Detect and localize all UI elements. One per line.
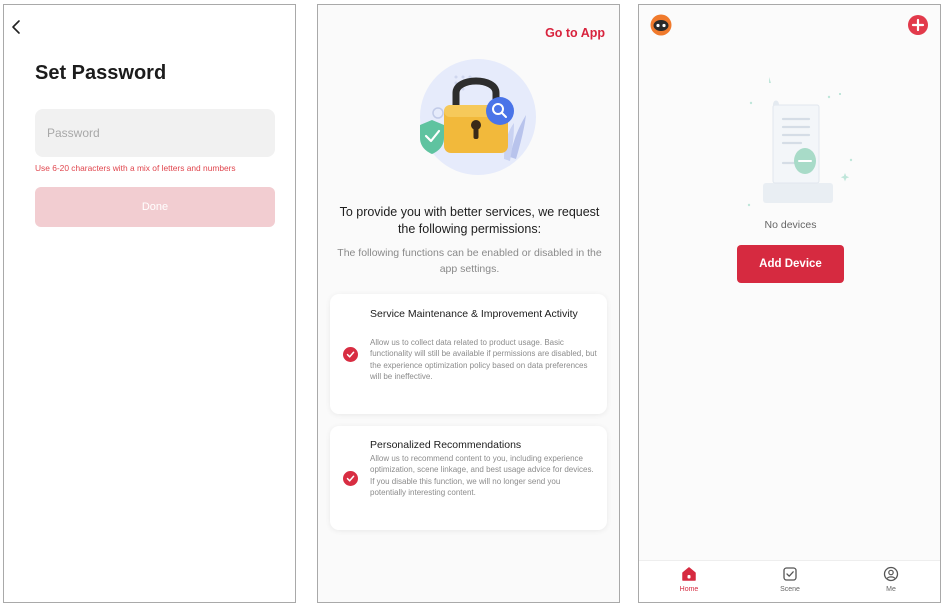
check-icon	[346, 475, 355, 482]
home-icon	[682, 567, 696, 581]
check-icon	[346, 351, 355, 358]
profile-icon	[883, 566, 899, 582]
done-button[interactable]: Done	[35, 187, 275, 227]
tab-home[interactable]: Home	[659, 565, 719, 593]
permission-card-recommendations[interactable]: Personalized Recommendations Allow us to…	[330, 426, 607, 530]
set-password-screen: Set Password Use 6-20 characters with a …	[3, 4, 296, 603]
password-hint: Use 6-20 characters with a mix of letter…	[35, 163, 236, 173]
permissions-heading: To provide you with better services, we …	[339, 205, 600, 236]
checkbox-checked[interactable]	[343, 471, 358, 486]
permissions-screen: Go to App To provide you with better ser…	[317, 4, 620, 603]
empty-state-text: No devices	[764, 219, 817, 231]
tab-scene[interactable]: Scene	[760, 565, 820, 593]
lock-illustration	[420, 59, 536, 175]
add-device-button[interactable]: Add Device	[737, 245, 844, 283]
permissions-subheading: The following functions can be enabled o…	[337, 247, 602, 275]
robot-avatar-icon[interactable]	[650, 14, 672, 36]
plus-icon	[911, 18, 925, 32]
page-title: Set Password	[35, 62, 167, 84]
tab-label: Home	[679, 586, 699, 593]
card-title: Personalized Recommendations	[370, 439, 522, 451]
add-icon[interactable]	[908, 15, 928, 35]
home-screen: No devices Add Device Home Scene Me	[638, 4, 941, 603]
empty-document-illustration	[747, 77, 853, 207]
back-button[interactable]	[10, 19, 30, 39]
password-input[interactable]	[35, 109, 275, 157]
tab-me[interactable]: Me	[861, 565, 921, 593]
checkbox-checked[interactable]	[343, 347, 358, 362]
card-title: Service Maintenance & Improvement Activi…	[370, 308, 578, 320]
permission-card-service[interactable]: Service Maintenance & Improvement Activi…	[330, 294, 607, 414]
bottom-tab-bar: Home Scene Me	[639, 560, 940, 602]
scene-icon	[783, 567, 797, 581]
card-description: Allow us to recommend content to you, in…	[370, 454, 594, 498]
chevron-left-icon	[12, 20, 20, 34]
go-to-app-link[interactable]: Go to App	[545, 26, 605, 40]
tab-label: Me	[886, 586, 896, 593]
tab-label: Scene	[780, 586, 800, 593]
card-description: Allow us to collect data related to prod…	[370, 338, 597, 382]
